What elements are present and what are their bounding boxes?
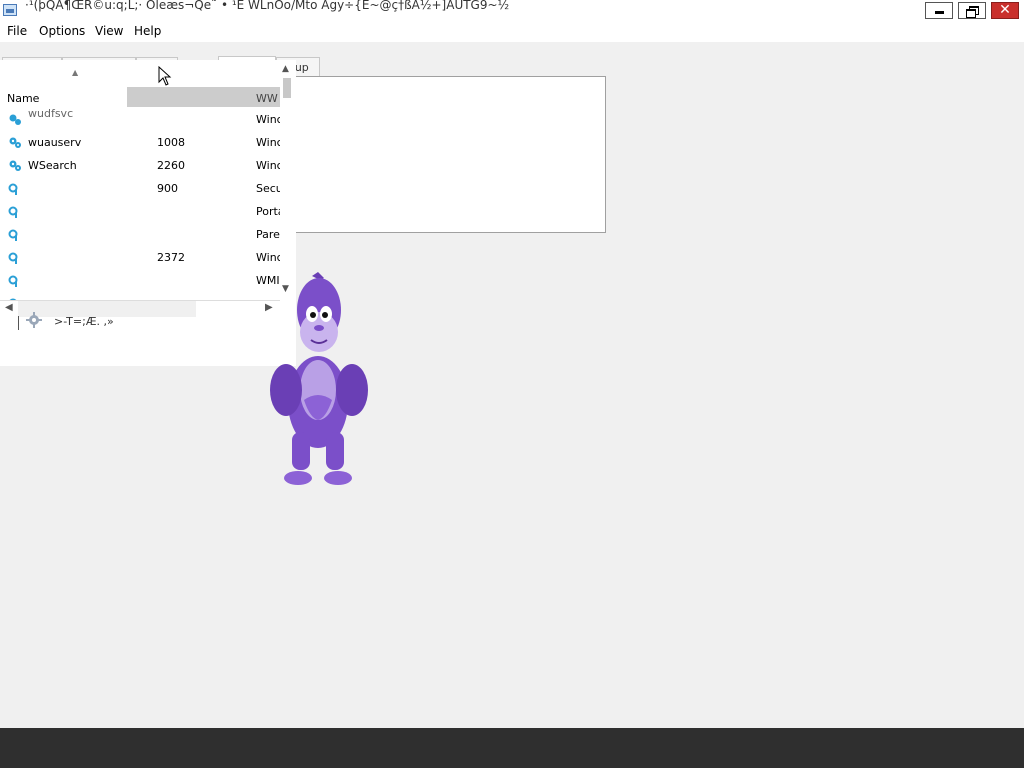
service-gear-icon xyxy=(8,229,18,241)
row-description: Winc xyxy=(256,159,280,172)
row-description: Winc xyxy=(256,136,280,149)
minimize-icon xyxy=(926,3,952,18)
row-description: Winc xyxy=(256,113,280,126)
column-header-name[interactable]: Name xyxy=(7,92,39,105)
taskbar xyxy=(0,728,1024,768)
menu-options[interactable]: Options xyxy=(39,24,85,38)
menu-bar: File Options View Help xyxy=(0,22,1024,42)
scroll-up-icon[interactable]: ▲ xyxy=(282,64,289,74)
row-description: Porta xyxy=(256,205,280,218)
vertical-scrollbar[interactable]: ▲ ▼ xyxy=(280,64,294,300)
horizontal-scrollbar[interactable]: ◀ ▶ xyxy=(0,300,280,317)
restore-button[interactable] xyxy=(958,2,986,19)
row-description: Pare xyxy=(256,228,280,241)
table-row[interactable]: Porta xyxy=(0,201,280,224)
scroll-thumb[interactable] xyxy=(283,78,291,98)
row-name: WSearch xyxy=(28,159,77,172)
status-divider xyxy=(18,316,19,330)
detail-panel xyxy=(292,76,606,233)
table-row[interactable]: WMI xyxy=(0,270,280,293)
row-pid: 2372 xyxy=(157,251,185,264)
table-row[interactable]: wudfsvc Winc xyxy=(0,107,280,132)
service-gear-icon xyxy=(8,252,18,264)
row-pid: 2260 xyxy=(157,159,185,172)
services-list: ▲ Name WW wudfsvc Winc wuauserv 1008 Win… xyxy=(0,60,296,366)
row-name: wudfsvc xyxy=(28,107,74,120)
menu-help[interactable]: Help xyxy=(134,24,161,38)
menu-view[interactable]: View xyxy=(95,24,123,38)
row-description: Winc xyxy=(256,251,280,264)
service-gear-icon xyxy=(8,183,18,195)
services-gear-icon[interactable] xyxy=(26,312,42,328)
title-bar: ·¹(þQA¶ŒR©u:q;L;· Oleæs¬Qe˜ • ¹E WLnOo/M… xyxy=(0,0,1024,22)
service-gear-icon xyxy=(8,206,18,218)
service-gears-icon xyxy=(9,160,21,171)
table-row[interactable]: Pare xyxy=(0,224,280,247)
selected-row-desc: WW xyxy=(256,92,278,105)
open-services-link[interactable]: >-T=;Æ. ,» xyxy=(54,315,114,328)
app-window-icon xyxy=(3,4,17,16)
row-name: wuauserv xyxy=(28,136,82,149)
close-button[interactable]: ✕ xyxy=(991,2,1019,19)
scroll-left-icon[interactable]: ◀ xyxy=(5,302,13,313)
row-description: Secu xyxy=(256,182,280,195)
service-gears-icon xyxy=(9,114,21,125)
row-pid: 1008 xyxy=(157,136,185,149)
table-row[interactable]: 900 Secu xyxy=(0,178,280,201)
sort-up-icon[interactable]: ▲ xyxy=(72,68,78,77)
restore-icon xyxy=(959,3,985,18)
service-gear-icon xyxy=(8,275,18,287)
row-pid: 900 xyxy=(157,182,178,195)
service-gears-icon xyxy=(9,137,21,148)
table-row[interactable]: wuauserv 1008 Winc xyxy=(0,132,280,155)
window-title: ·¹(þQA¶ŒR©u:q;L;· Oleæs¬Qe˜ • ¹E WLnOo/M… xyxy=(25,0,510,12)
mouse-cursor-icon xyxy=(158,66,172,86)
menu-file[interactable]: File xyxy=(7,24,27,38)
table-row[interactable]: 2372 Winc xyxy=(0,247,280,270)
purple-gorilla-assistant[interactable] xyxy=(268,272,370,490)
minimize-button[interactable] xyxy=(925,2,953,19)
close-icon: ✕ xyxy=(999,2,1011,18)
table-row[interactable]: WSearch 2260 Winc xyxy=(0,155,280,178)
